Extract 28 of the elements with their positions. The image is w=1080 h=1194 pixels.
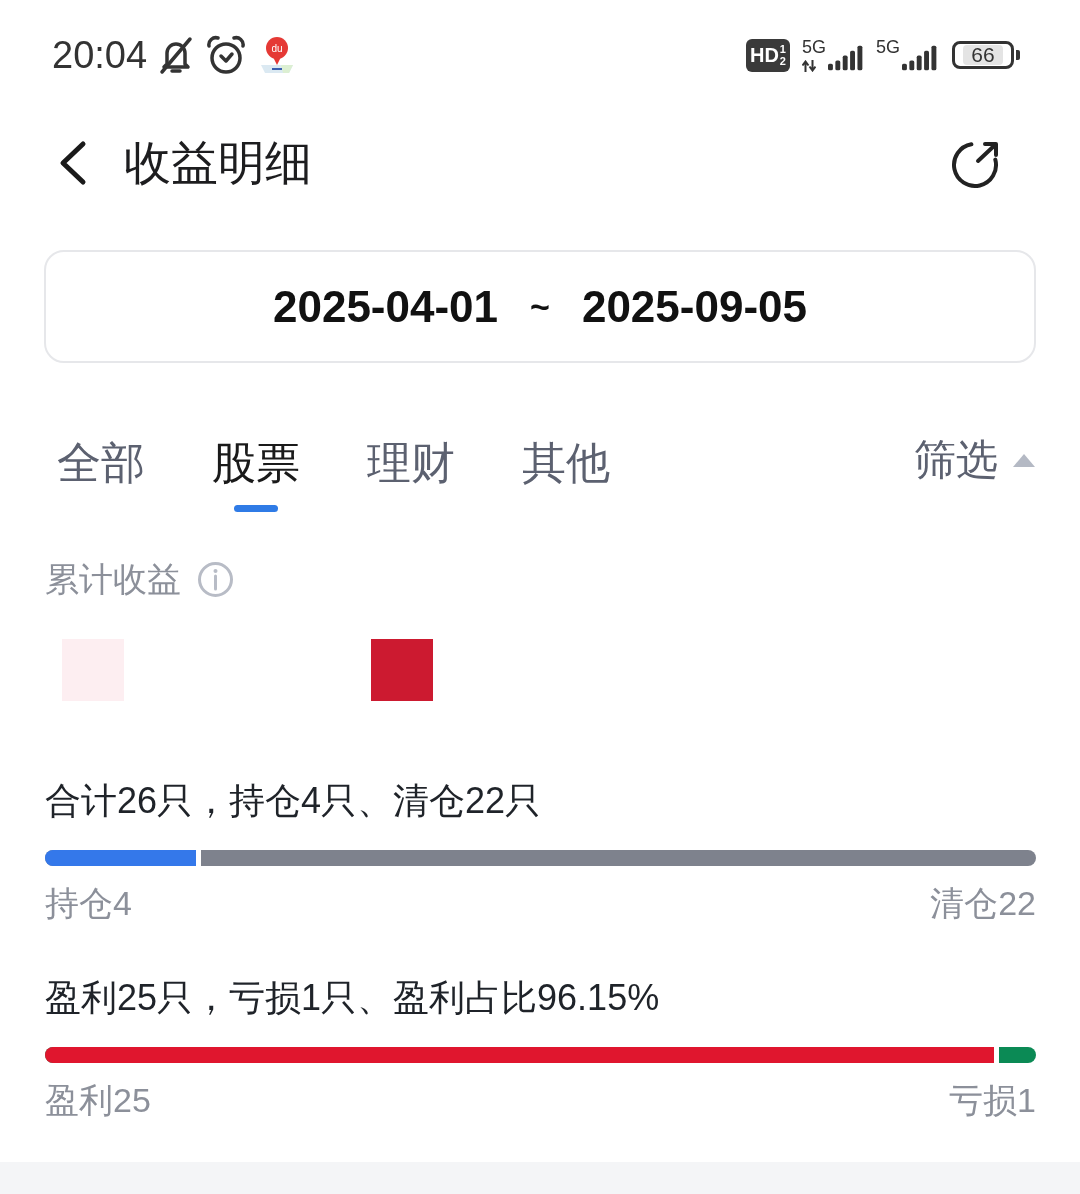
stat-summary: 合计26只，持仓4只、清仓22只 — [45, 779, 543, 823]
end-date: 2025-09-05 — [581, 281, 807, 332]
signal-strength-icon — [902, 44, 938, 72]
date-range-picker[interactable]: 2025-04-01 ~ 2025-09-05 — [44, 250, 1036, 363]
status-time: 20:04 — [52, 33, 148, 77]
category-tab[interactable]: 理财 — [367, 435, 455, 491]
filter-button[interactable]: 筛选 — [914, 435, 1036, 485]
category-tab[interactable]: 股票 — [212, 435, 300, 491]
selected-tab-underline — [234, 505, 278, 512]
signal-strength-icon — [828, 44, 864, 72]
battery-percentage: 66 — [963, 45, 1003, 65]
category-tab[interactable]: 其他 — [522, 435, 610, 491]
bar-left-label: 持仓4 — [45, 883, 132, 924]
start-date: 2025-04-01 — [273, 281, 499, 332]
cumulative-earnings-label: 累计收益 — [45, 559, 181, 600]
page-title: 收益明细 — [124, 134, 312, 191]
bar-right-label: 亏损1 — [949, 1080, 1036, 1121]
date-separator: ~ — [530, 287, 550, 326]
bar-left-label: 盈利25 — [45, 1080, 151, 1121]
stat-summary: 盈利25只，亏损1只、盈利占比96.15% — [45, 976, 661, 1020]
hd-label: HD — [749, 44, 779, 66]
network-type-label: 5G — [876, 38, 900, 56]
alarm-clock-icon — [205, 35, 248, 75]
bar-right-label: 清仓22 — [930, 883, 1036, 924]
sim-slot-label: 2 — [779, 55, 786, 67]
sim-slot-label: 1 — [779, 43, 786, 55]
network-type-label: 5G — [801, 38, 826, 56]
category-tab[interactable]: 全部 — [57, 435, 145, 491]
